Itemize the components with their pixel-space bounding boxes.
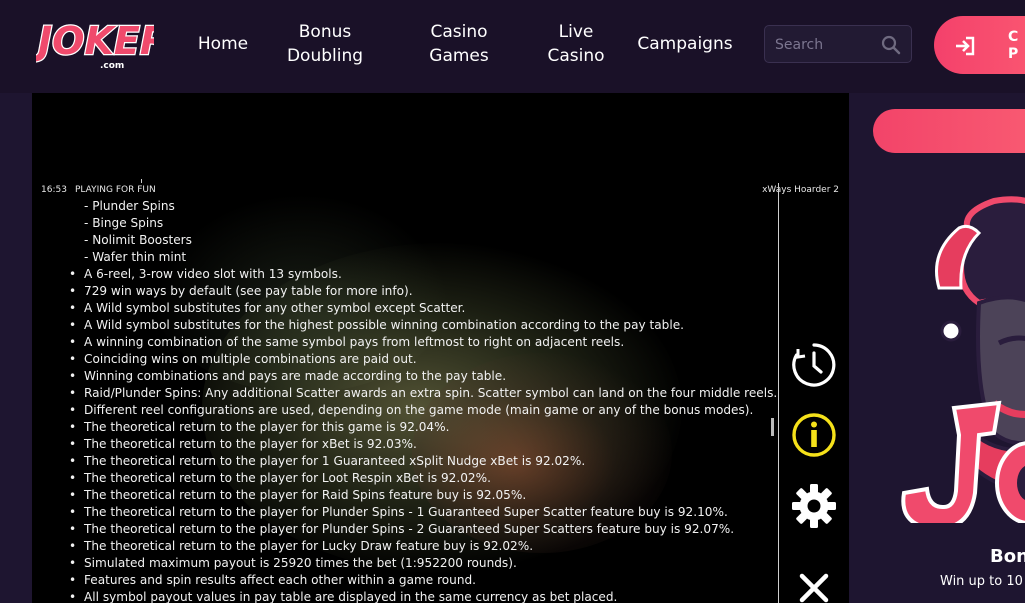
close-icon[interactable] <box>789 563 839 603</box>
logo-wordmark: JOKERI <box>36 19 154 63</box>
list-item: All symbol payout values in pay table ar… <box>67 589 767 603</box>
scrollbar-track[interactable] <box>778 183 779 603</box>
list-item: A Wild symbol substitutes for the highes… <box>67 317 767 334</box>
info-icon[interactable] <box>789 410 839 460</box>
logo-domain: .com <box>100 61 124 71</box>
nav-live-casino[interactable]: Live Casino <box>531 20 621 68</box>
list-item: The theoretical return to the player for… <box>67 436 767 453</box>
list-item: The theoretical return to the player for… <box>67 470 767 487</box>
nav-casino-games[interactable]: Casino Games <box>414 20 504 68</box>
login-icon <box>956 36 975 56</box>
settings-icon[interactable] <box>789 481 839 531</box>
promo-panel: Bon Win up to 10 <box>849 93 1025 603</box>
list-item: - Nolimit Boosters <box>84 233 192 247</box>
login-button[interactable]: C P <box>934 16 1025 74</box>
list-item: A 6-reel, 3-row video slot with 13 symbo… <box>67 266 767 283</box>
list-item: Coinciding wins on multiple combinations… <box>67 351 767 368</box>
promo-button[interactable] <box>873 109 1025 153</box>
login-label: C P <box>1008 29 1019 62</box>
list-item: The theoretical return to the player for… <box>67 521 767 538</box>
nav-campaigns[interactable]: Campaigns <box>632 32 738 56</box>
list-item: A winning combination of the same symbol… <box>67 334 767 351</box>
list-item: The theoretical return to the player for… <box>67 453 767 470</box>
list-item: The theoretical return to the player for… <box>67 538 767 555</box>
scrollbar-thumb[interactable] <box>771 418 774 436</box>
jokeri-logo[interactable]: JOKERI .com <box>36 10 154 82</box>
history-icon[interactable] <box>789 340 839 390</box>
list-item: The theoretical return to the player for… <box>67 419 767 436</box>
site-header: JOKERI .com Home Bonus Doubling Casino G… <box>0 0 1025 93</box>
list-item: Winning combinations and pays are made a… <box>67 368 767 385</box>
search-icon[interactable] <box>881 35 901 55</box>
game-frame[interactable]: 16:53 PLAYING FOR FUN xWays Hoarder 2 - … <box>32 93 849 603</box>
list-item: - Plunder Spins <box>84 199 175 213</box>
list-item: Different reel configurations are used, … <box>67 402 767 419</box>
list-item: The theoretical return to the player for… <box>67 487 767 504</box>
search-input[interactable] <box>773 34 882 56</box>
nav-bonus-doubling[interactable]: Bonus Doubling <box>280 20 370 68</box>
scroll-marker <box>141 179 142 183</box>
joker-mascot-image <box>901 196 1025 523</box>
game-clock: 16:53 <box>41 185 67 195</box>
page-left-margin <box>0 93 32 603</box>
list-item: The theoretical return to the player for… <box>67 504 767 521</box>
nav-home[interactable]: Home <box>190 32 256 56</box>
list-item: Features and spin results affect each ot… <box>67 572 767 589</box>
list-item: - Binge Spins <box>84 216 164 230</box>
game-mode-label: PLAYING FOR FUN <box>75 185 156 195</box>
promo-subtitle: Win up to 10 <box>940 574 1023 589</box>
list-item: Raid/Plunder Spins: Any additional Scatt… <box>67 385 777 402</box>
search-box <box>764 25 912 63</box>
promo-title: Bon <box>990 546 1025 567</box>
list-item: Simulated maximum payout is 25920 times … <box>67 555 767 572</box>
list-item: - Wafer thin mint <box>84 250 187 264</box>
game-title: xWays Hoarder 2 <box>762 185 839 195</box>
list-item: A Wild symbol substitutes for any other … <box>67 300 767 317</box>
game-rules-list[interactable]: - Plunder Spins - Binge Spins - Nolimit … <box>67 198 777 603</box>
list-item: 729 win ways by default (see pay table f… <box>67 283 767 300</box>
